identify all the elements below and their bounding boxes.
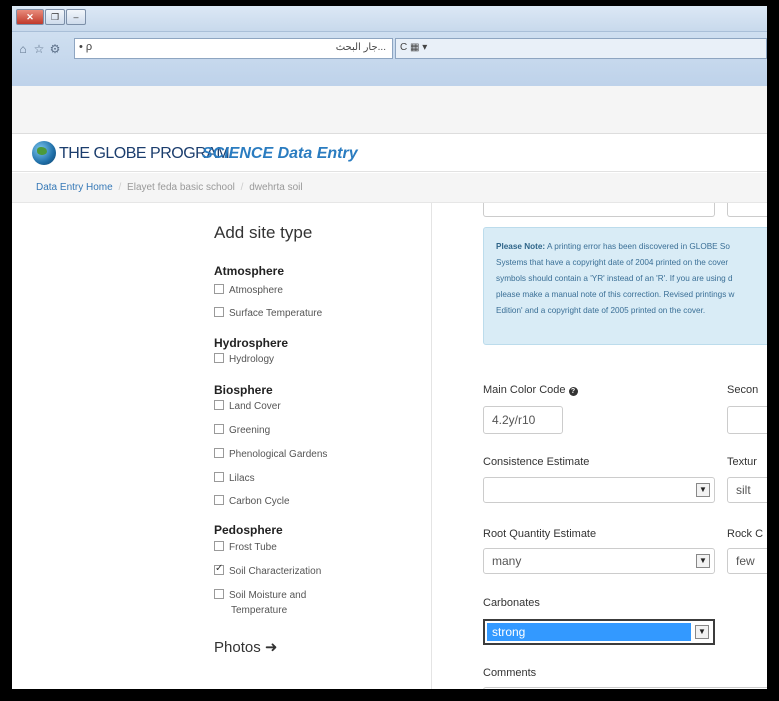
page-top-band — [12, 86, 767, 134]
checkbox[interactable] — [214, 589, 224, 599]
help-question-icon[interactable]: ? — [568, 387, 578, 396]
main-color-label: Main Color Code? — [483, 384, 578, 396]
data-entry-form: Please Note: A printing error has been d… — [433, 203, 767, 689]
group-hydrosphere: Hydrosphere — [214, 336, 289, 350]
texture-label: Textur — [727, 456, 757, 468]
option-label: Surface Temperature — [229, 308, 323, 319]
browser-tab[interactable]: C ▦ ▾ — [395, 38, 767, 59]
note-line: please make a manual note of this correc… — [496, 290, 735, 299]
note-line: symbols should contain a 'YR' instead of… — [496, 274, 733, 283]
carbonates-select[interactable]: strong ▼ — [483, 619, 715, 645]
option-label: Soil Characterization — [229, 566, 322, 577]
printing-error-note: Please Note: A printing error has been d… — [483, 227, 767, 345]
option-label: Lilacs — [229, 473, 255, 484]
carbonates-value: strong — [487, 623, 691, 641]
option-label: Atmosphere — [229, 285, 283, 296]
option-hydrology[interactable]: Hydrology — [214, 353, 274, 365]
checkbox-checked[interactable] — [214, 563, 224, 575]
group-biosphere: Biosphere — [214, 383, 273, 397]
minimize-window-button[interactable]: – — [66, 9, 86, 25]
favorites-star-icon[interactable]: ☆ — [32, 42, 46, 56]
texture-value: silt — [736, 483, 751, 497]
checkbox[interactable] — [214, 307, 224, 317]
root-quantity-label: Root Quantity Estimate — [483, 528, 597, 540]
group-pedosphere: Pedosphere — [214, 523, 283, 537]
option-greening[interactable]: Greening — [214, 424, 270, 436]
comments-textarea[interactable] — [483, 687, 767, 689]
option-soil-moisture[interactable]: Soil Moisture and — [214, 589, 306, 601]
option-label: Phenological Gardens — [229, 449, 328, 460]
brand-subtitle[interactable]: SCIENCE Data Entry — [202, 145, 358, 163]
note-line: A printing error has been discovered in … — [545, 242, 730, 251]
option-surface-temperature[interactable]: Surface Temperature — [214, 307, 322, 319]
option-lilacs[interactable]: Lilacs — [214, 472, 255, 484]
checkbox[interactable] — [214, 353, 224, 363]
chevron-down-icon[interactable]: ▼ — [695, 625, 709, 639]
restore-window-button[interactable]: ❐ — [45, 9, 65, 25]
checkbox[interactable] — [214, 495, 224, 505]
option-label: Hydrology — [229, 354, 275, 365]
settings-gear-icon[interactable]: ⚙ — [48, 42, 62, 56]
option-soil-moisture-line2: Temperature — [231, 605, 288, 616]
globe-logo-icon[interactable] — [32, 141, 56, 165]
address-text: ...جار البحث — [335, 42, 386, 53]
checkbox[interactable] — [214, 400, 224, 410]
option-soil-characterization[interactable]: Soil Characterization — [214, 563, 322, 577]
option-label: Frost Tube — [229, 542, 277, 553]
breadcrumb-site: dwehrta soil — [249, 182, 303, 193]
option-label: Land Cover — [229, 401, 281, 412]
site-type-sidebar: Add site type Atmosphere Atmosphere Surf… — [12, 203, 432, 689]
group-atmosphere: Atmosphere — [214, 264, 285, 278]
consistence-select[interactable]: ▼ — [483, 477, 715, 503]
rock-label: Rock C — [727, 528, 764, 540]
option-label: Soil Moisture and — [229, 590, 307, 601]
breadcrumb-school[interactable]: Elayet feda basic school — [127, 182, 235, 193]
close-window-button[interactable]: ✕ — [16, 9, 44, 25]
breadcrumb-separator: / — [118, 182, 122, 193]
prev-field-input[interactable] — [483, 203, 715, 217]
checkbox[interactable] — [214, 472, 224, 482]
address-bar[interactable]: • ρ ...جار البحث — [74, 38, 393, 59]
tab-icons: C ▦ ▾ — [400, 42, 428, 53]
option-frost-tube[interactable]: Frost Tube — [214, 541, 277, 553]
breadcrumb-separator: / — [240, 182, 244, 193]
option-label: Carbon Cycle — [229, 496, 290, 507]
checkbox[interactable] — [214, 541, 224, 551]
chevron-down-icon[interactable]: ▼ — [696, 483, 710, 497]
checkbox[interactable] — [214, 284, 224, 294]
checkbox[interactable] — [214, 424, 224, 434]
site-header: THE GLOBE PROGRAM SCIENCE Data Entry — [12, 134, 767, 172]
note-line: Systems that have a copyright date of 20… — [496, 258, 729, 267]
rock-value: few — [736, 554, 755, 568]
browser-toolbar: ⌂ ☆ ⚙ • ρ ...جار البحث C ▦ ▾ — [12, 32, 767, 86]
rock-select[interactable]: few — [727, 548, 767, 574]
breadcrumb-home-link[interactable]: Data Entry Home — [36, 182, 113, 193]
photos-link[interactable]: Photos ➜ — [214, 638, 277, 656]
secondary-color-input[interactable] — [727, 406, 767, 434]
root-quantity-select[interactable]: many ▼ — [483, 548, 715, 574]
carbonates-label: Carbonates — [483, 597, 540, 609]
option-carbon-cycle[interactable]: Carbon Cycle — [214, 495, 290, 507]
comments-label: Comments — [483, 667, 537, 679]
consistence-label: Consistence Estimate — [483, 456, 590, 468]
secondary-color-label: Secon — [727, 384, 759, 396]
note-label: Please Note: — [496, 242, 546, 251]
breadcrumb: Data Entry Home / Elayet feda basic scho… — [12, 173, 767, 203]
note-line: Edition' and a copyright date of 2005 pr… — [496, 306, 706, 315]
texture-select[interactable]: silt — [727, 477, 767, 503]
chevron-down-icon[interactable]: ▼ — [696, 554, 710, 568]
browser-window: ✕ ❐ – ⌂ ☆ ⚙ • ρ ...جار البحث C ▦ ▾ THE G… — [12, 6, 767, 689]
prev-field-input-2[interactable] — [727, 203, 767, 217]
option-atmosphere[interactable]: Atmosphere — [214, 284, 283, 296]
root-quantity-value: many — [492, 554, 522, 568]
home-icon[interactable]: ⌂ — [16, 42, 30, 56]
title-bar: ✕ ❐ – — [12, 6, 767, 32]
main-color-input[interactable]: 4.2y/r10 — [483, 406, 563, 434]
option-label: Greening — [229, 425, 271, 436]
option-phenological-gardens[interactable]: Phenological Gardens — [214, 448, 327, 460]
address-search-icon[interactable]: • ρ — [79, 41, 92, 53]
add-site-type-heading: Add site type — [214, 223, 313, 242]
option-land-cover[interactable]: Land Cover — [214, 400, 281, 412]
checkbox[interactable] — [214, 448, 224, 458]
